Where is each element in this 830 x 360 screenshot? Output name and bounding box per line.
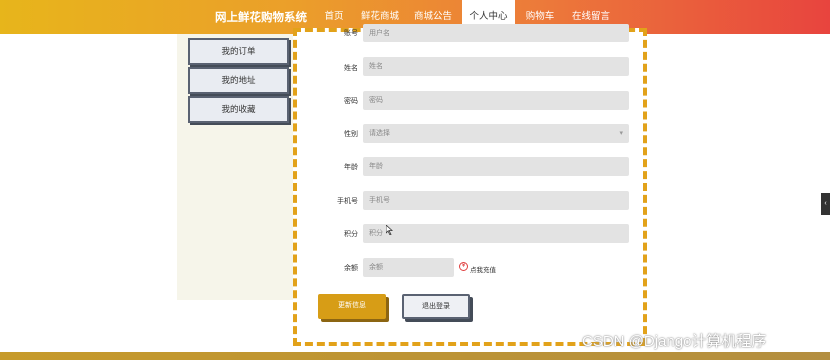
sidebar-item-address[interactable]: 我的地址 [188,67,289,94]
name-input[interactable]: 姓名 [363,57,629,76]
balance-input[interactable]: 余额 [363,258,454,277]
field-label-phone: 手机号 [337,198,358,205]
mouse-cursor-icon [386,225,394,235]
age-input[interactable]: 年龄 [363,157,629,176]
footer-bar [0,352,830,360]
gender-select[interactable]: 请选择 ▾ [363,124,629,143]
chevron-left-icon[interactable]: ‹ [821,193,830,215]
field-label-gender: 性别 [344,131,358,138]
password-input[interactable]: 密码 [363,91,629,110]
account-input[interactable]: 用户名 [363,24,629,42]
field-label-age: 年龄 [344,164,358,171]
field-label-name: 姓名 [344,65,358,72]
recharge-link[interactable]: 点我充值 [470,264,496,274]
sidebar-item-favorites[interactable]: 我的收藏 [188,96,289,123]
phone-input[interactable]: 手机号 [363,191,629,210]
update-info-button[interactable]: 更新信息 [318,294,386,319]
field-label-password: 密码 [344,98,358,105]
watermark: CSDN @Django计算机程序 [582,333,767,350]
field-label-account: 账号 [344,30,358,37]
sidebar-item-orders[interactable]: 我的订单 [188,38,289,65]
field-label-balance: 余额 [344,265,358,272]
recharge-icon[interactable]: ¥ [459,262,468,271]
chevron-down-icon: ▾ [619,130,623,137]
site-title: 网上鲜花购物系统 [215,12,307,24]
gender-select-value: 请选择 [369,130,390,137]
points-input[interactable]: 积分 [363,224,629,243]
field-label-points: 积分 [344,231,358,238]
logout-button[interactable]: 退出登录 [402,294,470,319]
